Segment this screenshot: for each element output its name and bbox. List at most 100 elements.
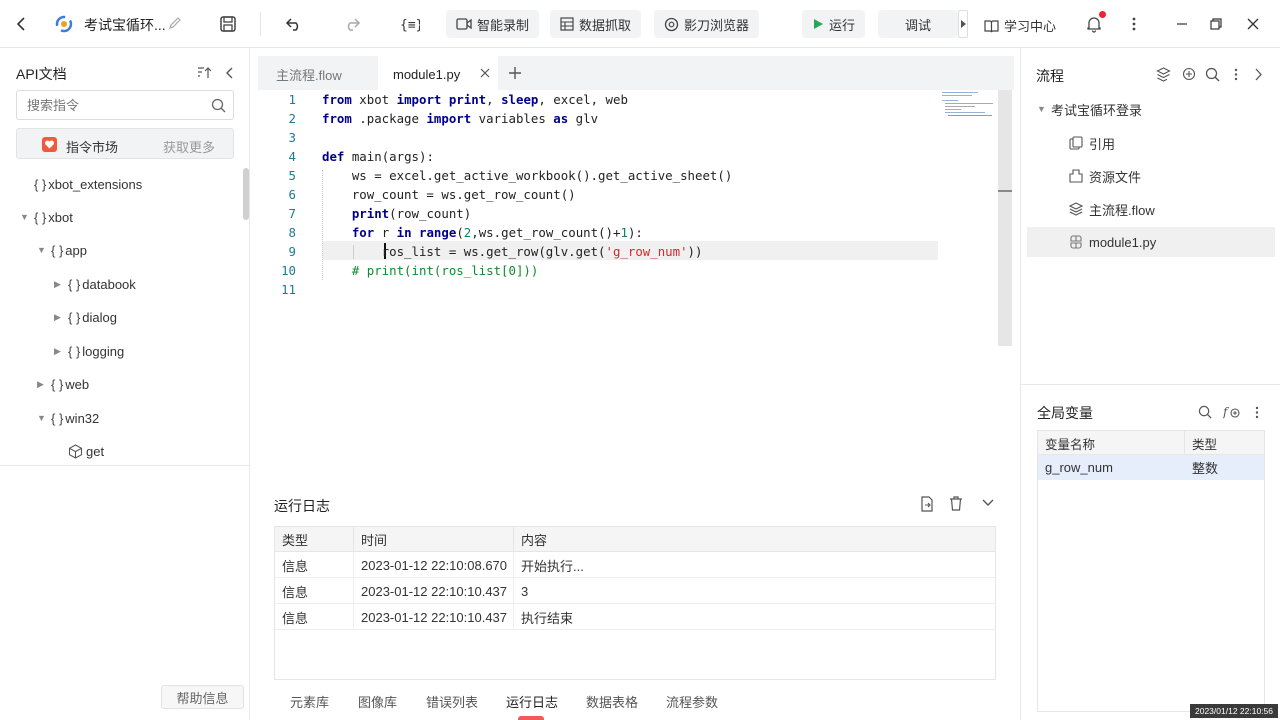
code-line: 10 # print(int(ros_list[0])) bbox=[258, 261, 998, 280]
run-log-panel: 运行日志 类型 时间 内容 信息 2023-01-12 22:10:08.670… bbox=[258, 482, 1014, 720]
command-market-button[interactable]: 指令市场 获取更多 bbox=[16, 128, 234, 159]
code-line: 6 row_count = ws.get_row_count() bbox=[258, 185, 998, 204]
close-tab-icon[interactable] bbox=[480, 68, 490, 78]
tree-item-label: get bbox=[86, 443, 105, 459]
tree-item-databook[interactable]: ▶ { } databook bbox=[54, 272, 136, 296]
table-row[interactable]: 信息 2023-01-12 22:10:10.437 3 bbox=[275, 578, 995, 604]
tree-item-dialog[interactable]: ▶ { } dialog bbox=[54, 305, 117, 329]
debug-button[interactable]: 调试 bbox=[878, 10, 958, 38]
debug-dropdown-toggle[interactable] bbox=[958, 10, 968, 38]
data-capture-button[interactable]: 数据抓取 bbox=[550, 10, 642, 38]
tree-item-xbot[interactable]: ▼ { } xbot bbox=[20, 205, 73, 229]
code-line: 1 from xbot import print, sleep, excel, w… bbox=[258, 90, 998, 109]
tree-item-logging[interactable]: ▶ { } logging bbox=[54, 339, 124, 363]
run-button[interactable]: 运行 bbox=[802, 10, 866, 38]
back-icon[interactable] bbox=[12, 14, 32, 34]
tree-item-get[interactable]: get bbox=[68, 439, 104, 463]
project-title[interactable]: 考试宝循环... bbox=[84, 15, 166, 35]
table-row[interactable]: 信息 2023-01-12 22:10:08.670 开始执行... bbox=[275, 552, 995, 578]
more-vertical-icon[interactable] bbox=[1234, 68, 1238, 81]
tree-item-xbot-extensions[interactable]: { } xbot_extensions bbox=[34, 172, 142, 196]
code-editor[interactable]: 1 from xbot import print, sleep, excel, w… bbox=[258, 90, 1014, 473]
table-row[interactable]: g_row_num 整数 bbox=[1038, 455, 1264, 480]
caret-right-icon[interactable]: ▶ bbox=[54, 279, 64, 290]
caret-right-icon[interactable]: ▶ bbox=[54, 346, 64, 357]
flow-item-references[interactable]: 引用 bbox=[1021, 128, 1275, 158]
table-row[interactable]: 信息 2023-01-12 22:10:10.437 执行结束 bbox=[275, 604, 995, 630]
tab-images[interactable]: 图像库 bbox=[358, 692, 397, 711]
redo-icon[interactable] bbox=[342, 14, 362, 34]
caret-down-icon[interactable]: ▼ bbox=[37, 245, 47, 255]
more-vertical-icon[interactable] bbox=[1124, 14, 1144, 34]
minimap[interactable] bbox=[942, 90, 998, 118]
minimize-icon[interactable] bbox=[1172, 14, 1192, 34]
flow-item-label: module1.py bbox=[1089, 234, 1157, 250]
add-module-icon[interactable] bbox=[1182, 67, 1197, 82]
code-line: 11 bbox=[258, 280, 998, 299]
flow-item-label: 引用 bbox=[1089, 136, 1116, 152]
more-vertical-icon[interactable] bbox=[1255, 406, 1259, 419]
line-number: 9 bbox=[288, 244, 296, 259]
save-icon[interactable] bbox=[218, 14, 238, 34]
add-tab-icon[interactable] bbox=[508, 66, 522, 80]
search-icon[interactable] bbox=[211, 98, 226, 113]
market-more-link[interactable]: 获取更多 bbox=[163, 137, 215, 156]
line-number: 2 bbox=[288, 111, 296, 126]
line-number: 8 bbox=[288, 225, 296, 240]
tab-run-log[interactable]: 运行日志 bbox=[506, 692, 558, 711]
search-icon[interactable] bbox=[1205, 67, 1220, 82]
search-input[interactable] bbox=[17, 91, 202, 119]
tree-scrollbar[interactable] bbox=[243, 168, 249, 220]
tab-flow-params[interactable]: 流程参数 bbox=[666, 692, 718, 711]
flow-item-resources[interactable]: 资源文件 bbox=[1021, 161, 1275, 191]
tab-module1[interactable]: module1.py bbox=[378, 56, 498, 92]
search-box[interactable] bbox=[16, 90, 234, 120]
globals-header: 变量名称 类型 bbox=[1038, 431, 1264, 455]
tree-item-app[interactable]: ▼ { } app bbox=[37, 238, 87, 262]
caret-right-icon[interactable]: ▶ bbox=[37, 379, 47, 390]
flow-item-module1[interactable]: module1.py bbox=[1027, 227, 1275, 257]
caret-down-icon[interactable]: ▼ bbox=[20, 212, 30, 222]
export-log-icon[interactable] bbox=[920, 496, 934, 512]
chevron-right-icon[interactable] bbox=[1254, 68, 1263, 81]
tab-data-table[interactable]: 数据表格 bbox=[586, 692, 638, 711]
add-subflow-icon[interactable] bbox=[1156, 67, 1171, 82]
tab-main-flow[interactable]: 主流程.flow bbox=[258, 56, 378, 92]
code-block-icon[interactable]: {≡} bbox=[400, 14, 420, 34]
help-button[interactable]: 帮助信息 bbox=[161, 685, 244, 709]
header-content: 内容 bbox=[521, 533, 548, 548]
tree-item-label: app bbox=[65, 242, 87, 258]
caret-right-icon[interactable]: ▶ bbox=[54, 312, 64, 323]
trash-icon[interactable] bbox=[949, 496, 963, 511]
function-icon[interactable]: f bbox=[1223, 404, 1241, 420]
cell-time: 2023-01-12 22:10:10.437 bbox=[354, 578, 514, 604]
project-tree-root[interactable]: ▼ 考试宝循环登录 bbox=[1021, 94, 1275, 124]
tab-elements[interactable]: 元素库 bbox=[290, 692, 329, 711]
editor-scrollbar[interactable] bbox=[998, 90, 1012, 346]
editor-tabs: 主流程.flow module1.py bbox=[258, 56, 1014, 92]
close-icon[interactable] bbox=[1243, 14, 1263, 34]
sort-icon[interactable] bbox=[197, 66, 211, 80]
resource-file-icon bbox=[1069, 169, 1083, 183]
flow-item-main-flow[interactable]: 主流程.flow bbox=[1021, 194, 1275, 224]
caret-down-icon[interactable]: ▼ bbox=[1037, 104, 1047, 114]
cell-type: 信息 bbox=[275, 552, 354, 578]
browser-button[interactable]: 影刀浏览器 bbox=[654, 10, 760, 38]
header-time: 时间 bbox=[354, 527, 514, 552]
tree-item-win32[interactable]: ▼ { } win32 bbox=[37, 406, 99, 430]
cell-content: 执行结束 bbox=[521, 610, 574, 626]
collapse-panel-icon[interactable] bbox=[224, 66, 234, 80]
edit-icon[interactable] bbox=[168, 16, 182, 30]
learn-center-link[interactable]: 学习中心 bbox=[984, 16, 1056, 35]
smart-record-button[interactable]: 智能录制 bbox=[446, 10, 540, 38]
caret-down-icon[interactable]: ▼ bbox=[37, 413, 47, 423]
line-number: 11 bbox=[281, 282, 296, 297]
tree-item-web[interactable]: ▶ { } web bbox=[37, 372, 89, 396]
chevron-down-icon[interactable] bbox=[982, 499, 994, 507]
play-icon bbox=[812, 18, 824, 30]
top-toolbar: 考试宝循环... {≡} 智能录制 数据抓取 影刀浏览器 运行 bbox=[0, 0, 1280, 48]
search-icon[interactable] bbox=[1198, 405, 1212, 419]
undo-icon[interactable] bbox=[284, 14, 304, 34]
restore-icon[interactable] bbox=[1206, 14, 1226, 34]
tab-errors[interactable]: 错误列表 bbox=[426, 692, 478, 711]
